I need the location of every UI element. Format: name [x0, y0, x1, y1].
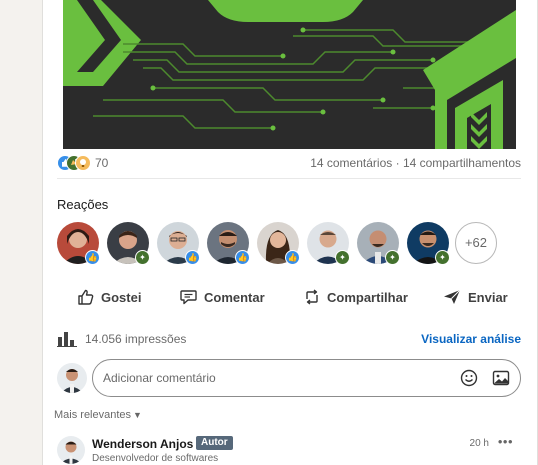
reactor-avatar[interactable]: 👍	[57, 222, 100, 265]
comment-item: Wenderson Anjos Autor Desenvolvedor de s…	[57, 434, 521, 465]
commenter-name[interactable]: Wenderson Anjos	[92, 437, 193, 451]
send-button[interactable]: Enviar	[442, 283, 508, 311]
celebrate-icon: ✦	[335, 250, 350, 265]
reaction-icons-group[interactable]	[57, 155, 93, 171]
comment-label: Comentar	[204, 289, 265, 305]
comment-input[interactable]: Adicionar comentário	[92, 359, 521, 397]
impressions-count: 14.056 impressões	[85, 332, 187, 346]
reactor-avatar[interactable]: ✦	[107, 222, 150, 265]
comment-composer: Adicionar comentário	[57, 359, 521, 399]
current-user-avatar	[57, 363, 87, 393]
like-icon: 👍	[235, 250, 250, 265]
post-card: 70 14 comentários · 14 compartilhamentos…	[42, 0, 538, 465]
comment-input-placeholder: Adicionar comentário	[103, 371, 216, 385]
sort-label: Mais relevantes	[54, 409, 132, 421]
reactor-avatar[interactable]: 👍	[207, 222, 250, 265]
thumbs-up-icon	[78, 289, 94, 305]
reactions-title: Reações	[57, 197, 109, 212]
reactor-avatar[interactable]: 👍	[157, 222, 200, 265]
comment-timestamp: 20 h	[469, 438, 489, 449]
reactor-avatar[interactable]: 👍	[257, 222, 300, 265]
comments-sort-dropdown[interactable]: Mais relevantes ▼	[54, 409, 142, 421]
like-label: Gostei	[101, 289, 142, 305]
reactor-avatar[interactable]: ✦	[307, 222, 350, 265]
image-icon[interactable]	[492, 369, 510, 392]
comments-shares-counts: 14 comentários · 14 compartilhamentos	[310, 156, 521, 170]
caret-down-icon: ▼	[133, 410, 142, 420]
share-label: Compartilhar	[327, 289, 408, 305]
comment-button[interactable]: Comentar	[179, 283, 265, 311]
author-badge: Autor	[196, 436, 233, 450]
reactor-avatar[interactable]: ✦	[407, 222, 450, 265]
like-icon: 👍	[185, 250, 200, 265]
send-icon	[444, 289, 461, 304]
send-label: Enviar	[468, 289, 508, 305]
social-counts-bar: 70 14 comentários · 14 compartilhamentos	[57, 155, 521, 173]
impressions-row[interactable]: 14.056 impressões	[57, 330, 186, 348]
commenter-avatar[interactable]	[57, 436, 85, 464]
repost-icon	[306, 289, 318, 305]
circuit-artwork	[63, 0, 516, 149]
view-analytics-link[interactable]: Visualizar análise	[421, 332, 521, 346]
insightful-icon	[75, 155, 91, 171]
commenter-headline: Desenvolvedor de softwares	[92, 453, 219, 464]
divider	[57, 178, 521, 179]
reactor-avatar[interactable]: ✦	[357, 222, 400, 265]
emoji-icon[interactable]	[460, 369, 478, 392]
celebrate-icon: ✦	[435, 250, 450, 265]
counts-separator: ·	[395, 156, 400, 170]
like-icon: 👍	[85, 250, 100, 265]
like-button[interactable]: Gostei	[77, 283, 141, 311]
share-button[interactable]: Compartilhar	[303, 283, 408, 311]
post-actions-bar: Gostei Comentar Compartilhar Enviar	[57, 283, 521, 311]
like-icon: 👍	[285, 250, 300, 265]
celebrate-icon: ✦	[385, 250, 400, 265]
more-reactors-button[interactable]: +62	[455, 222, 497, 264]
shares-count-link[interactable]: 14 compartilhamentos	[403, 156, 521, 170]
comments-count-link[interactable]: 14 comentários	[310, 156, 392, 170]
comment-options-icon[interactable]: •••	[498, 434, 513, 449]
post-image[interactable]	[63, 0, 516, 149]
bar-chart-icon	[57, 332, 77, 347]
comment-icon	[180, 290, 197, 305]
celebrate-icon: ✦	[135, 250, 150, 265]
reactors-list: 👍 ✦ 👍 👍 👍 ✦ ✦ ✦ +62	[57, 222, 527, 265]
reaction-count[interactable]: 70	[95, 156, 108, 170]
